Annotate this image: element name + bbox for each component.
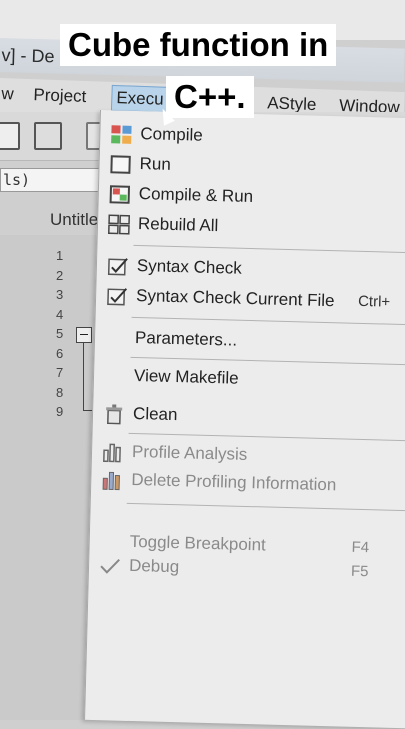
line-number: 5 — [56, 326, 64, 341]
menu-item-label: Clean — [132, 403, 178, 425]
compile-icon — [111, 125, 132, 144]
menu-item-shortcut: F5 — [350, 562, 369, 581]
clean-icon — [106, 404, 123, 425]
menu-item-label: Rebuild All — [137, 214, 219, 236]
menu-item-rebuild-all[interactable]: Rebuild All — [98, 210, 405, 247]
menu-item-shortcut: F4 — [351, 538, 370, 557]
debug-check-icon — [100, 558, 120, 574]
menu-item-label: Profile Analysis — [131, 441, 248, 464]
compiler-select[interactable]: ls) — [0, 168, 100, 192]
profile-analysis-icon — [103, 443, 121, 463]
menu-item-label: Debug — [128, 555, 180, 577]
menu-item-label: View Makefile — [133, 365, 239, 388]
menu-item-view-makefile[interactable]: View Makefile — [94, 362, 405, 399]
menu-item-parameters[interactable]: Parameters... — [95, 324, 405, 361]
line-number-gutter: 1 2 3 4 5 6 7 8 9 — [56, 248, 74, 424]
caption-line-1: Cube function in — [60, 24, 337, 66]
run-icon — [110, 155, 131, 174]
menu-separator — [133, 244, 405, 254]
line-number: 7 — [56, 365, 64, 380]
caption-line-2: C++. — [166, 76, 254, 118]
menu-item-label: Toggle Breakpoint — [129, 531, 267, 555]
menu-item-label: Parameters... — [134, 327, 238, 350]
menu-item-label: Delete Profiling Information — [131, 469, 337, 495]
fold-toggle-icon[interactable] — [76, 327, 92, 343]
menu-item-clean[interactable]: Clean — [93, 400, 405, 437]
line-number: 4 — [56, 306, 64, 322]
editor-tab[interactable]: Untitle — [50, 210, 98, 230]
video-caption: Cube function in C++. — [60, 24, 372, 118]
menu-view[interactable]: w — [1, 84, 14, 104]
menu-item-label: Syntax Check Current File — [135, 286, 335, 311]
toolbar-icon[interactable] — [0, 122, 20, 150]
menu-item-label: Run — [139, 154, 172, 174]
execute-menu-dropdown: Compile Run Compile & Run Rebuild All Sy… — [84, 110, 405, 729]
print-icon[interactable] — [34, 122, 62, 150]
line-number: 1 — [56, 248, 64, 263]
rebuild-all-icon — [108, 214, 131, 235]
line-number: 2 — [56, 267, 64, 283]
menu-separator — [126, 502, 405, 512]
menu-item-shortcut: Ctrl+ — [357, 292, 391, 311]
line-number: 8 — [56, 384, 64, 400]
menu-separator — [131, 316, 405, 326]
fold-line — [83, 342, 84, 410]
syntax-check-file-icon — [107, 288, 128, 306]
menu-item-syntax-check-current-file[interactable]: Syntax Check Current File Ctrl+ — [96, 282, 405, 319]
compile-run-icon — [109, 185, 131, 204]
menu-item-label: Syntax Check — [136, 256, 243, 278]
delete-profiling-icon — [102, 471, 120, 491]
line-number: 6 — [56, 345, 64, 361]
line-number: 9 — [56, 404, 64, 419]
syntax-check-icon — [107, 258, 128, 276]
line-number: 3 — [56, 287, 64, 302]
menu-item-label: Compile — [140, 124, 203, 145]
menu-item-label: Compile & Run — [138, 184, 254, 207]
